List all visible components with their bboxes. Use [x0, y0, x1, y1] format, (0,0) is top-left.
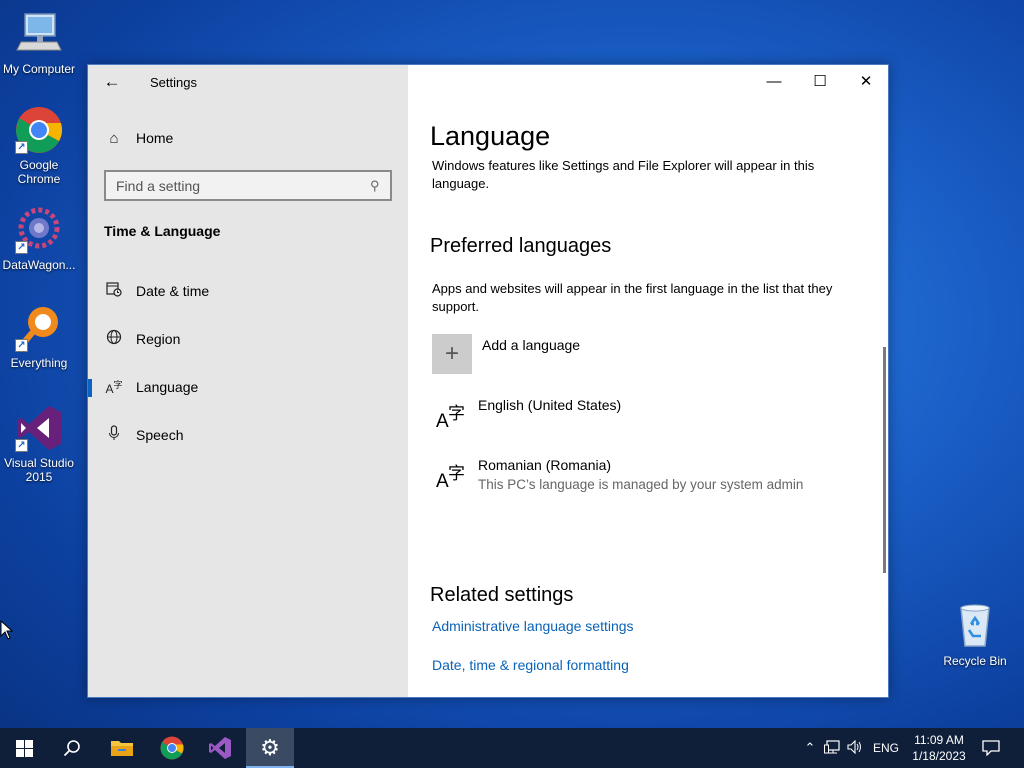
shortcut-arrow-icon: ↗ — [15, 339, 28, 352]
clock-date: 1/18/2023 — [912, 749, 966, 763]
settings-nav-pane: ← Settings ⌂ Home ⚲ Time & Language Date… — [88, 65, 408, 697]
notification-icon — [982, 740, 1000, 756]
section-heading: Time & Language — [104, 223, 221, 239]
language-item-romanian[interactable]: A字 Romanian (Romania) This PC’s language… — [432, 453, 852, 503]
desktop-icon-label: Google Chrome — [17, 158, 61, 186]
start-button[interactable] — [0, 728, 48, 768]
language-name: English (United States) — [478, 397, 622, 413]
nav-item-speech[interactable]: Speech — [88, 415, 408, 455]
desktop-icon-label: Visual Studio 2015 — [4, 456, 74, 484]
page-title: Language — [430, 121, 551, 151]
visual-studio-icon: ↗ — [15, 404, 63, 452]
back-button[interactable]: ← — [102, 73, 122, 91]
nav-item-label: Speech — [136, 427, 184, 443]
settings-window: ← Settings ⌂ Home ⚲ Time & Language Date… — [87, 64, 889, 698]
chrome-icon — [160, 736, 184, 760]
language-item-english[interactable]: A字 English (United States) — [432, 393, 852, 443]
search-icon[interactable]: ⚲ — [370, 178, 380, 194]
language-icon: A字 — [436, 404, 465, 432]
windows-display-description: Windows features like Settings and File … — [432, 158, 815, 191]
volume-icon[interactable] — [844, 739, 866, 757]
nav-item-home[interactable]: ⌂ Home — [88, 118, 408, 158]
datawagon-icon: ↗ — [15, 206, 63, 254]
visual-studio-icon — [209, 737, 231, 759]
language-icon: A字 — [436, 464, 465, 492]
taskbar-visual-studio[interactable] — [196, 728, 244, 768]
desktop-icon-my-computer[interactable]: My Computer — [1, 10, 77, 76]
content-pane: Language Windows features like Settings … — [408, 65, 888, 697]
desktop-icon-label: Everything — [10, 356, 68, 370]
taskbar-chrome[interactable] — [148, 728, 196, 768]
shortcut-arrow-icon: ↗ — [15, 439, 28, 452]
taskbar-file-explorer[interactable] — [98, 728, 146, 768]
preferred-languages-description: Apps and websites will appear in the fir… — [432, 281, 833, 314]
desktop-icon-label: Recycle Bin — [943, 654, 1007, 668]
scrollbar[interactable] — [883, 347, 886, 573]
calendar-clock-icon — [104, 281, 124, 301]
language-icon: A字 — [105, 380, 123, 396]
microphone-icon — [104, 425, 124, 445]
related-settings-heading: Related settings — [430, 584, 574, 606]
mouse-cursor-icon — [0, 620, 14, 640]
language-admin-note: This PC’s language is managed by your sy… — [478, 477, 804, 492]
nav-item-label: Home — [136, 130, 174, 146]
search-box[interactable]: ⚲ — [104, 170, 392, 201]
gear-icon: ⚙ — [260, 735, 280, 760]
desktop-icon-recycle-bin[interactable]: Recycle Bin — [937, 602, 1013, 668]
shortcut-arrow-icon: ↗ — [15, 141, 28, 154]
add-language-label[interactable]: Add a language — [482, 337, 580, 353]
desktop-icon-datawagon[interactable]: ↗ DataWagon... — [1, 206, 77, 272]
network-icon[interactable] — [820, 739, 844, 757]
nav-item-region[interactable]: Region — [88, 319, 408, 359]
clock[interactable]: 11:09 AM 1/18/2023 — [908, 732, 970, 764]
action-center-button[interactable] — [968, 728, 1014, 768]
chevron-up-icon[interactable]: ⌃ — [800, 740, 820, 756]
preferred-languages-heading: Preferred languages — [430, 235, 612, 257]
language-name: Romanian (Romania) — [478, 457, 612, 473]
nav-item-language[interactable]: A字 Language — [88, 367, 408, 407]
admin-language-settings-link[interactable]: Administrative language settings — [432, 618, 634, 634]
globe-icon — [104, 329, 124, 349]
desktop-icon-visual-studio[interactable]: ↗ Visual Studio 2015 — [1, 404, 77, 484]
folder-icon — [111, 741, 133, 756]
nav-item-date-time[interactable]: Date & time — [88, 271, 408, 311]
plus-icon: + — [444, 340, 459, 367]
home-icon: ⌂ — [109, 129, 119, 147]
system-tray: ⌃ ENG — [800, 728, 906, 768]
desktop-icon-everything[interactable]: ↗ Everything — [1, 304, 77, 370]
computer-icon — [15, 10, 63, 58]
nav-item-label: Date & time — [136, 283, 210, 299]
recycle-bin-icon — [951, 602, 999, 650]
chrome-icon: ↗ — [15, 106, 63, 154]
taskbar-search-button[interactable] — [48, 728, 96, 768]
taskbar: ⚙ ⌃ ENG 11:09 AM 1/18/2023 — [0, 728, 1024, 768]
windows-logo-icon — [15, 739, 33, 757]
search-icon — [63, 740, 80, 757]
taskbar-settings[interactable]: ⚙ — [246, 728, 294, 768]
desktop-icon-label: My Computer — [2, 62, 76, 76]
desktop-icon-label: DataWagon... — [2, 258, 76, 272]
clock-time: 11:09 AM — [914, 733, 964, 747]
desktop-icon-google-chrome[interactable]: ↗ Google Chrome — [1, 106, 77, 186]
nav-item-label: Language — [136, 379, 199, 395]
title-bar: ← Settings — [88, 65, 408, 99]
add-language-button[interactable]: + — [432, 334, 472, 374]
input-language-indicator[interactable]: ENG — [866, 741, 906, 755]
search-input[interactable] — [116, 177, 371, 194]
app-title: Settings — [150, 75, 197, 90]
shortcut-arrow-icon: ↗ — [15, 241, 28, 254]
nav-item-label: Region — [136, 331, 181, 347]
date-time-regional-link[interactable]: Date, time & regional formatting — [432, 657, 629, 673]
everything-search-icon: ↗ — [15, 304, 63, 352]
